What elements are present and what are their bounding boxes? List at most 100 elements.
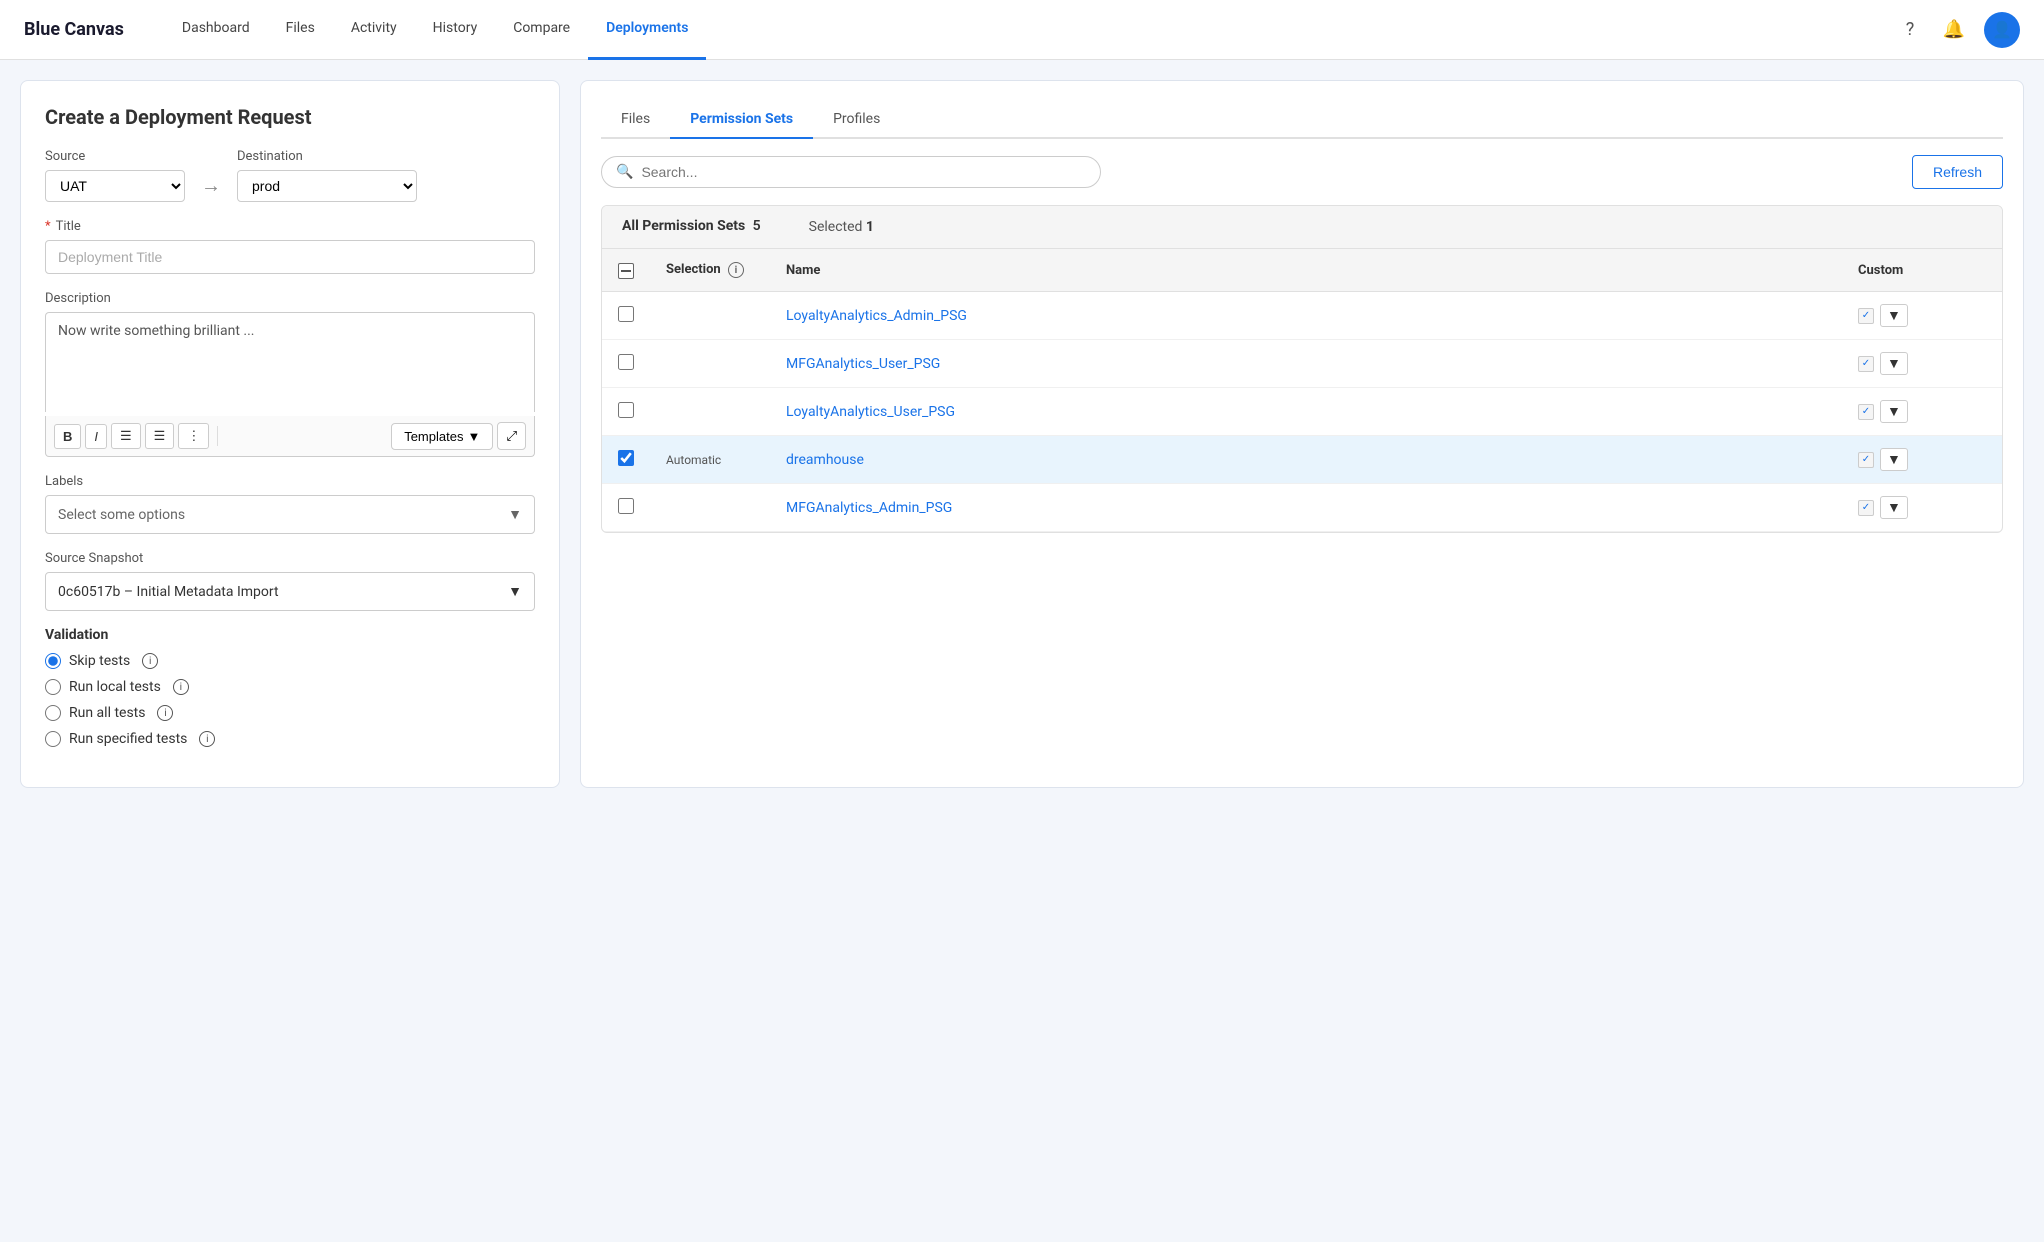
search-refresh-row: 🔍 Refresh (601, 155, 2003, 189)
run-local-tests-radio[interactable] (45, 679, 61, 695)
table-body: LoyaltyAnalytics_Admin_PSG ✓ ▼ (602, 292, 2002, 532)
tab-permission-sets[interactable]: Permission Sets (670, 101, 813, 139)
table-row: MFGAnalytics_User_PSG ✓ ▼ (602, 340, 2002, 388)
labels-section: Labels Select some options ▼ (45, 473, 535, 534)
run-all-tests-radio[interactable] (45, 705, 61, 721)
description-section: Description Now write something brillian… (45, 290, 535, 457)
selection-info-icon[interactable]: i (728, 262, 744, 278)
templates-button[interactable]: Templates ▼ (391, 423, 493, 450)
search-icon: 🔍 (616, 164, 633, 180)
source-select[interactable]: UAT (45, 170, 185, 202)
source-snapshot-section: Source Snapshot 0c60517b – Initial Metad… (45, 550, 535, 611)
row3-checkbox-cell[interactable] (602, 388, 650, 436)
row1-checkbox[interactable] (618, 306, 634, 322)
destination-select[interactable]: prod (237, 170, 417, 202)
row1-checkbox-cell[interactable] (602, 292, 650, 340)
table-row: LoyaltyAnalytics_Admin_PSG ✓ ▼ (602, 292, 2002, 340)
run-local-tests-label: Run local tests (69, 679, 161, 695)
refresh-button[interactable]: Refresh (1912, 155, 2003, 189)
selection-header: Selection i (650, 249, 770, 292)
labels-placeholder: Select some options (58, 507, 185, 523)
row2-checkbox[interactable] (618, 354, 634, 370)
title-label: * Title (45, 219, 81, 234)
create-deployment-panel: Create a Deployment Request Source UAT →… (20, 80, 560, 788)
row2-checkbox-cell[interactable] (602, 340, 650, 388)
navigation: Blue Canvas Dashboard Files Activity His… (0, 0, 2044, 60)
bold-button[interactable]: B (54, 424, 81, 449)
skip-tests-info-icon[interactable]: i (142, 653, 158, 669)
run-all-tests-label: Run all tests (69, 705, 145, 721)
run-all-tests-info-icon[interactable]: i (157, 705, 173, 721)
table-header-row: Selection i Name Custom (602, 249, 2002, 292)
unordered-list-button[interactable]: ☰ (145, 423, 175, 449)
nav-link-activity[interactable]: Activity (333, 0, 415, 60)
nav-link-dashboard[interactable]: Dashboard (164, 0, 268, 60)
minus-checkbox[interactable] (618, 263, 634, 279)
row1-selection (650, 292, 770, 340)
nav-link-compare[interactable]: Compare (495, 0, 588, 60)
row3-custom: ✓ ▼ (1842, 388, 2002, 436)
selected-tab[interactable]: Selected 1 (789, 207, 894, 247)
row2-name[interactable]: MFGAnalytics_User_PSG (770, 340, 1842, 388)
notification-icon[interactable]: 🔔 (1940, 16, 1968, 44)
required-star: * (45, 219, 51, 234)
skip-tests-option[interactable]: Skip tests i (45, 653, 535, 669)
row5-custom-check: ✓ (1858, 500, 1874, 516)
row3-name[interactable]: LoyaltyAnalytics_User_PSG (770, 388, 1842, 436)
nav-link-files[interactable]: Files (268, 0, 333, 60)
row5-custom-dropdown[interactable]: ▼ (1880, 496, 1908, 519)
expand-button[interactable]: ⤢ (497, 422, 526, 450)
labels-dropdown[interactable]: Select some options ▼ (45, 495, 535, 534)
title-section: * Title (45, 218, 535, 274)
search-input[interactable] (641, 164, 1086, 180)
labels-label: Labels (45, 474, 83, 489)
run-specified-tests-option[interactable]: Run specified tests i (45, 731, 535, 747)
run-all-tests-option[interactable]: Run all tests i (45, 705, 535, 721)
row4-checkbox[interactable] (618, 450, 634, 466)
permission-sets-panel: Files Permission Sets Profiles 🔍 Refresh… (580, 80, 2024, 788)
labels-caret-icon: ▼ (508, 506, 522, 523)
nav-link-deployments[interactable]: Deployments (588, 0, 706, 60)
run-specified-tests-info-icon[interactable]: i (199, 731, 215, 747)
row2-selection (650, 340, 770, 388)
select-all-header[interactable] (602, 249, 650, 292)
editor-toolbar: B I ☰ ☰ ⋮ Templates ▼ ⤢ (45, 416, 535, 457)
all-count: 5 (753, 218, 761, 234)
table-header-tabs: All Permission Sets 5 Selected 1 (602, 206, 2002, 249)
row1-name[interactable]: LoyaltyAnalytics_Admin_PSG (770, 292, 1842, 340)
selected-count: 1 (866, 219, 874, 235)
row4-custom-dropdown[interactable]: ▼ (1880, 448, 1908, 471)
source-snapshot-label: Source Snapshot (45, 551, 143, 566)
run-local-tests-info-icon[interactable]: i (173, 679, 189, 695)
help-icon[interactable]: ? (1896, 16, 1924, 44)
row5-name[interactable]: MFGAnalytics_Admin_PSG (770, 484, 1842, 532)
custom-header: Custom (1842, 249, 2002, 292)
all-permission-sets-tab[interactable]: All Permission Sets 5 (602, 206, 781, 248)
source-snapshot-dropdown[interactable]: 0c60517b – Initial Metadata Import ▼ (45, 572, 535, 611)
row5-checkbox-cell[interactable] (602, 484, 650, 532)
source-group: Source UAT (45, 149, 185, 202)
permission-table: Selection i Name Custom LoyaltyA (602, 249, 2002, 532)
run-specified-tests-radio[interactable] (45, 731, 61, 747)
row1-custom-dropdown[interactable]: ▼ (1880, 304, 1908, 327)
user-avatar[interactable]: 👤 (1984, 12, 2020, 48)
source-destination-row: Source UAT → Destination prod (45, 149, 535, 202)
row4-name[interactable]: dreamhouse (770, 436, 1842, 484)
ordered-list-button[interactable]: ☰ (111, 423, 141, 449)
nav-link-history[interactable]: History (415, 0, 496, 60)
run-local-tests-option[interactable]: Run local tests i (45, 679, 535, 695)
row3-custom-dropdown[interactable]: ▼ (1880, 400, 1908, 423)
skip-tests-radio[interactable] (45, 653, 61, 669)
italic-button[interactable]: I (85, 424, 107, 449)
title-input[interactable] (45, 240, 535, 274)
tab-files[interactable]: Files (601, 101, 670, 139)
row5-selection (650, 484, 770, 532)
validation-section: Validation Skip tests i Run local tests … (45, 627, 535, 747)
description-textarea[interactable]: Now write something brilliant ... (45, 312, 535, 412)
row3-checkbox[interactable] (618, 402, 634, 418)
row5-checkbox[interactable] (618, 498, 634, 514)
row2-custom-dropdown[interactable]: ▼ (1880, 352, 1908, 375)
row4-checkbox-cell[interactable] (602, 436, 650, 484)
tab-profiles[interactable]: Profiles (813, 101, 900, 139)
more-button[interactable]: ⋮ (178, 423, 209, 449)
